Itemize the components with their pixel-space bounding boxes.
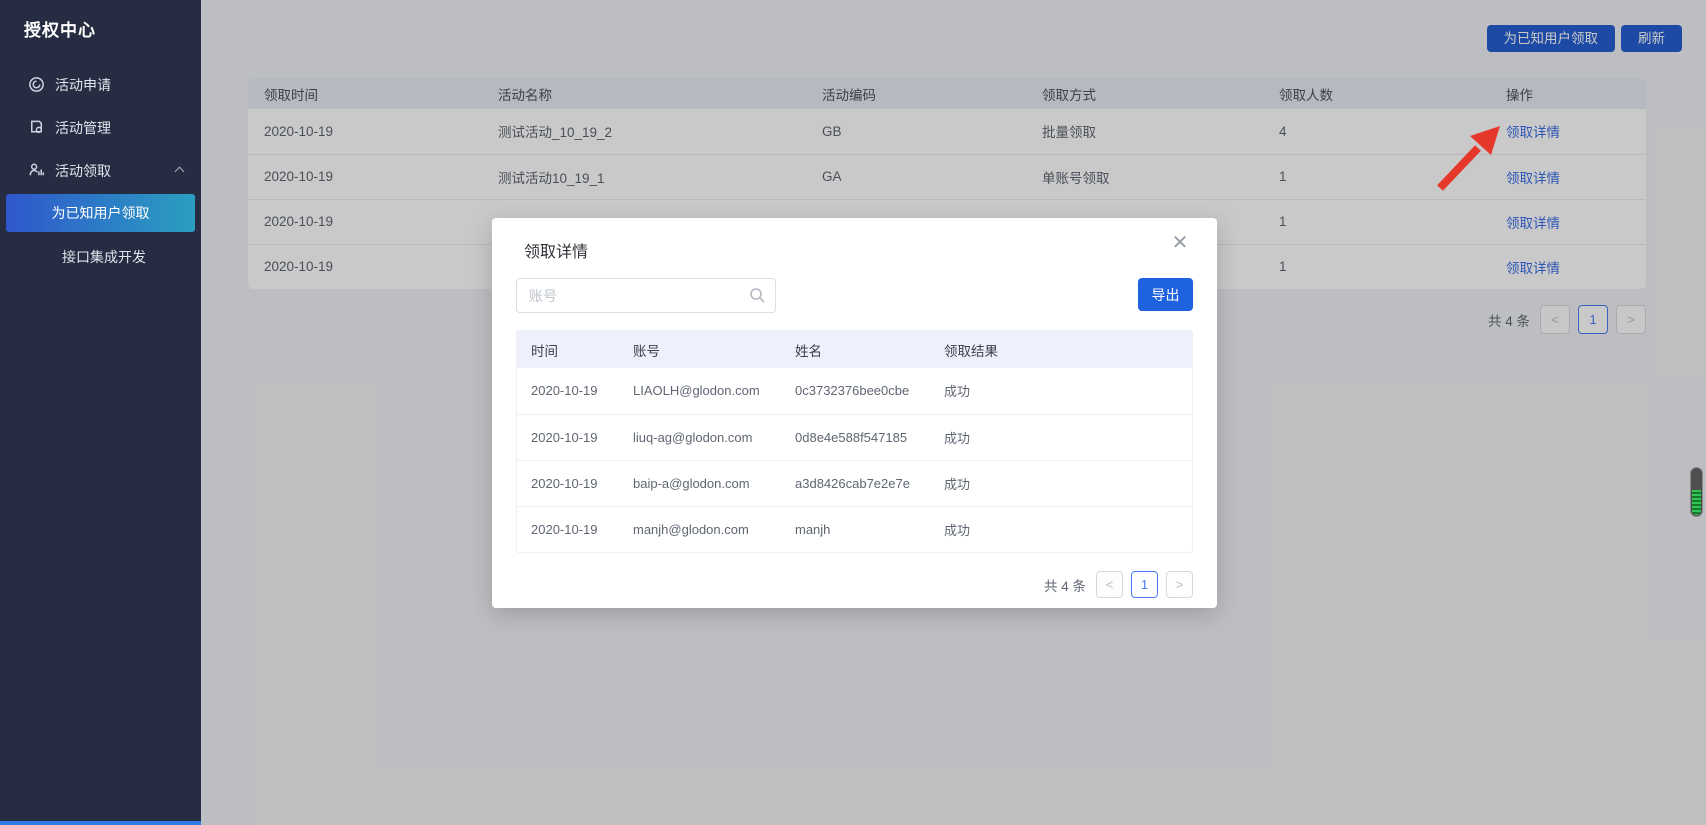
modal-table-row: 2020-10-19 liuq-ag@glodon.com 0d8e4e588f… [517, 414, 1192, 460]
sidebar-item-label: 活动申请 [55, 75, 111, 95]
col-header-name: 姓名 [781, 331, 930, 368]
sidebar: 授权中心 活动申请 活动管理 活动领取 [0, 0, 201, 822]
cell-account: liuq-ag@glodon.com [619, 414, 781, 460]
export-button[interactable]: 导出 [1138, 278, 1193, 311]
sidebar-item-activity-claim[interactable]: 活动领取 [0, 149, 201, 192]
chevron-up-icon [175, 167, 185, 177]
col-header-account: 账号 [619, 331, 781, 368]
cell-account: LIAOLH@glodon.com [619, 368, 781, 414]
modal-table-row: 2020-10-19 LIAOLH@glodon.com 0c3732376be… [517, 368, 1192, 414]
col-header-time: 时间 [517, 331, 619, 368]
cell-result: 成功 [930, 506, 1192, 552]
target-icon [28, 76, 45, 93]
account-search-box [516, 278, 776, 313]
app-screen: 授权中心 活动申请 活动管理 活动领取 [0, 0, 1706, 825]
cell-result: 成功 [930, 414, 1192, 460]
doc-badge-icon [28, 119, 45, 136]
modal-pagination: 共 4 条 < 1 > [1044, 571, 1193, 598]
next-page-button[interactable]: > [1166, 571, 1193, 598]
page-number-button[interactable]: 1 [1131, 571, 1158, 598]
scroll-indicator [1690, 467, 1703, 517]
sidebar-item-claim-for-known-users[interactable]: 为已知用户领取 [6, 194, 195, 232]
app-title: 授权中心 [0, 0, 201, 41]
sidebar-menu: 活动申请 活动管理 活动领取 为已知用户领取 接口集成开发 [0, 63, 201, 280]
claim-detail-modal: 领取详情 ✕ 导出 时间 账号 姓名 领 [492, 218, 1217, 608]
cell-time: 2020-10-19 [517, 460, 619, 506]
close-icon[interactable]: ✕ [1167, 230, 1193, 256]
claim-detail-table-card: 时间 账号 姓名 领取结果 2020-10-19 LIAOLH@glodon.c… [516, 330, 1193, 553]
claim-detail-table: 时间 账号 姓名 领取结果 2020-10-19 LIAOLH@glodon.c… [517, 331, 1192, 552]
sidebar-item-api-integration[interactable]: 接口集成开发 [0, 234, 201, 280]
cell-account: baip-a@glodon.com [619, 460, 781, 506]
user-chart-icon [28, 162, 45, 179]
search-icon[interactable] [749, 287, 766, 304]
prev-page-button[interactable]: < [1096, 571, 1123, 598]
account-search-input[interactable] [517, 279, 732, 312]
annotation-arrow-icon [1428, 120, 1512, 200]
cell-name: a3d8426cab7e2e7e [781, 460, 930, 506]
total-count-label: 共 4 条 [1044, 575, 1086, 595]
cell-name: manjh [781, 506, 930, 552]
cell-name: 0d8e4e588f547185 [781, 414, 930, 460]
col-header-result: 领取结果 [930, 331, 1192, 368]
cell-time: 2020-10-19 [517, 414, 619, 460]
scroll-indicator-stripes [1692, 490, 1701, 515]
sidebar-item-activity-manage[interactable]: 活动管理 [0, 106, 201, 149]
modal-title: 领取详情 [524, 238, 588, 262]
sidebar-item-activity-apply[interactable]: 活动申请 [0, 63, 201, 106]
sidebar-subitem-label: 为已知用户领取 [52, 203, 150, 223]
sidebar-item-label: 活动管理 [55, 118, 111, 138]
sidebar-bottom-strip [0, 821, 201, 825]
modal-table-row: 2020-10-19 manjh@glodon.com manjh 成功 [517, 506, 1192, 552]
cell-result: 成功 [930, 460, 1192, 506]
sidebar-item-label: 活动领取 [55, 161, 111, 181]
cell-account: manjh@glodon.com [619, 506, 781, 552]
cell-name: 0c3732376bee0cbe [781, 368, 930, 414]
cell-time: 2020-10-19 [517, 368, 619, 414]
sidebar-subitem-label: 接口集成开发 [62, 247, 146, 267]
cell-time: 2020-10-19 [517, 506, 619, 552]
modal-table-header-row: 时间 账号 姓名 领取结果 [517, 331, 1192, 368]
modal-table-row: 2020-10-19 baip-a@glodon.com a3d8426cab7… [517, 460, 1192, 506]
cell-result: 成功 [930, 368, 1192, 414]
